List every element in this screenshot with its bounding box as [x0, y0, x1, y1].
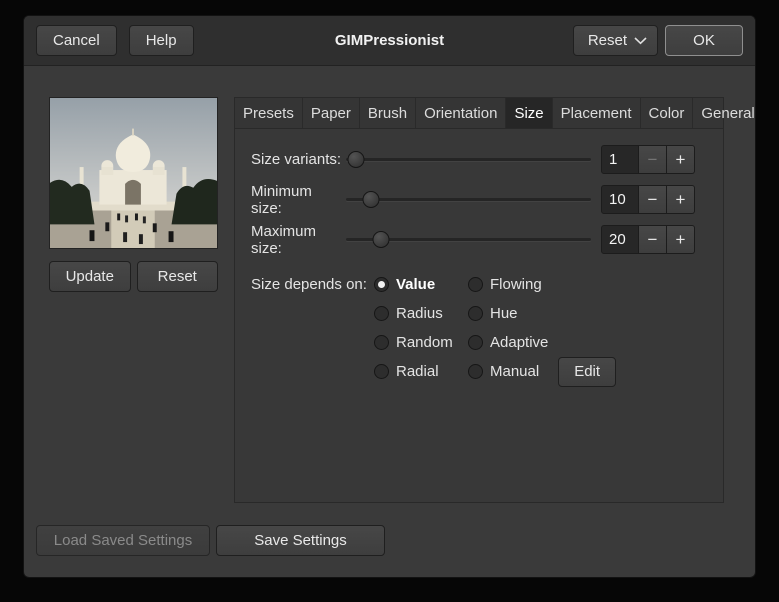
help-button[interactable]: Help — [129, 25, 194, 56]
tab-paper[interactable]: Paper — [303, 98, 360, 128]
headerbar: Cancel Help GIMPressionist Reset OK — [24, 16, 755, 66]
slider-thumb[interactable] — [363, 191, 380, 208]
radio-column-1: Value Radius Random Radial — [374, 270, 468, 386]
preview-image — [49, 97, 218, 249]
radio-random[interactable]: Random — [374, 328, 468, 357]
radio-icon — [468, 364, 483, 379]
slider-thumb[interactable] — [373, 231, 390, 248]
edit-button[interactable]: Edit — [558, 357, 616, 387]
chevron-down-icon — [634, 37, 647, 45]
radio-flowing[interactable]: Flowing — [468, 270, 616, 299]
size-depends-group: Size depends on: Value Radius Random — [251, 270, 695, 386]
radio-adaptive-label: Adaptive — [490, 334, 548, 351]
save-settings-button[interactable]: Save Settings — [216, 525, 385, 556]
minimum-size-value[interactable]: 10 — [601, 185, 639, 214]
radio-icon — [468, 306, 483, 321]
radio-hue-label: Hue — [490, 305, 518, 322]
size-variants-value[interactable]: 1 — [601, 145, 639, 174]
plus-icon: + — [676, 150, 686, 170]
minimum-size-spinbox: 10 − + — [601, 185, 695, 214]
minimum-size-increase-button[interactable]: + — [667, 185, 695, 214]
radio-icon — [374, 364, 389, 379]
radio-icon — [374, 306, 389, 321]
minimum-size-label: Minimum size: — [251, 183, 344, 217]
radio-radial[interactable]: Radial — [374, 357, 468, 386]
radio-hue[interactable]: Hue — [468, 299, 616, 328]
radio-radius-label: Radius — [396, 305, 443, 322]
reset-menu-button[interactable]: Reset — [573, 25, 658, 56]
radio-value-label: Value — [396, 276, 435, 293]
radio-flowing-label: Flowing — [490, 276, 542, 293]
plus-icon: + — [676, 190, 686, 210]
plus-icon: + — [676, 230, 686, 250]
tab-placement[interactable]: Placement — [553, 98, 641, 128]
slider-thumb[interactable] — [348, 151, 365, 168]
radio-manual-label: Manual — [490, 363, 539, 380]
size-variants-increase-button[interactable]: + — [667, 145, 695, 174]
size-variants-slider[interactable] — [344, 145, 593, 174]
minus-icon: − — [648, 230, 658, 250]
radio-icon — [468, 335, 483, 350]
size-variants-decrease-button[interactable]: − — [639, 145, 667, 174]
minimum-size-slider[interactable] — [344, 185, 593, 214]
tab-presets[interactable]: Presets — [235, 98, 303, 128]
radio-manual[interactable]: Manual Edit — [468, 357, 616, 386]
radio-adaptive[interactable]: Adaptive — [468, 328, 616, 357]
size-variants-spinbox: 1 − + — [601, 145, 695, 174]
gimpressionist-dialog: Cancel Help GIMPressionist Reset OK — [24, 16, 755, 577]
minimum-size-row: Minimum size: 10 − + — [251, 185, 695, 214]
tab-orientation[interactable]: Orientation — [416, 98, 506, 128]
maximum-size-label: Maximum size: — [251, 223, 344, 257]
size-panel: Size variants: 1 − + Minimum size: — [235, 129, 723, 386]
cancel-button[interactable]: Cancel — [36, 25, 117, 56]
tab-brush[interactable]: Brush — [360, 98, 416, 128]
radio-radius[interactable]: Radius — [374, 299, 468, 328]
maximum-size-decrease-button[interactable]: − — [639, 225, 667, 254]
tab-bar: Presets Paper Brush Orientation Size Pla… — [235, 98, 723, 129]
header-actions: Reset OK — [573, 25, 743, 56]
radio-icon — [468, 277, 483, 292]
footer-actions: Load Saved Settings Save Settings — [36, 525, 385, 556]
ok-button[interactable]: OK — [665, 25, 743, 56]
radio-column-2: Flowing Hue Adaptive Manual Edit — [468, 270, 616, 386]
maximum-size-value[interactable]: 20 — [601, 225, 639, 254]
radio-random-label: Random — [396, 334, 453, 351]
tab-size[interactable]: Size — [506, 98, 552, 128]
size-variants-label: Size variants: — [251, 151, 344, 168]
taj-mahal-preview-graphic — [50, 98, 217, 248]
tab-color[interactable]: Color — [641, 98, 694, 128]
update-button[interactable]: Update — [49, 261, 131, 292]
radio-value[interactable]: Value — [374, 270, 468, 299]
size-variants-row: Size variants: 1 − + — [251, 145, 695, 174]
reset-menu-label: Reset — [588, 32, 627, 49]
radio-radial-label: Radial — [396, 363, 439, 380]
radio-selected-icon — [374, 277, 389, 292]
settings-notebook: Presets Paper Brush Orientation Size Pla… — [234, 97, 724, 503]
size-depends-label: Size depends on: — [251, 270, 374, 386]
preview-reset-button[interactable]: Reset — [137, 261, 219, 292]
minus-icon: − — [648, 190, 658, 210]
radio-icon — [374, 335, 389, 350]
tab-general[interactable]: General — [693, 98, 755, 128]
maximum-size-row: Maximum size: 20 − + — [251, 225, 695, 254]
slider-track — [346, 198, 591, 201]
maximum-size-spinbox: 20 − + — [601, 225, 695, 254]
maximum-size-increase-button[interactable]: + — [667, 225, 695, 254]
minus-icon: − — [648, 150, 658, 170]
maximum-size-slider[interactable] — [344, 225, 593, 254]
minimum-size-decrease-button[interactable]: − — [639, 185, 667, 214]
slider-track — [346, 158, 591, 161]
load-saved-settings-button[interactable]: Load Saved Settings — [36, 525, 210, 556]
preview-actions: Update Reset — [49, 261, 218, 292]
